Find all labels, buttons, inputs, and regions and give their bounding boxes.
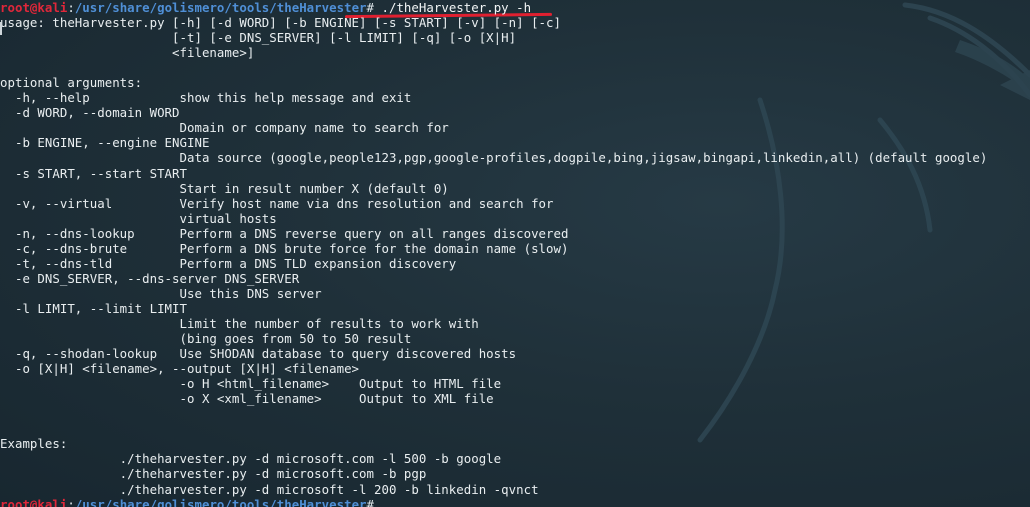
output-line: ./theharvester.py -d microsoft.com -l 50… — [0, 451, 502, 467]
final-prompt-path: /usr/share/golismero/tools/theHarvester — [74, 496, 367, 507]
output-line: [-t] [-e DNS_SERVER] [-l LIMIT] [-q] [-o… — [0, 30, 517, 46]
final-prompt-user-host: root@kali — [0, 496, 68, 507]
output-line: -h, --help show this help message and ex… — [0, 90, 412, 106]
output-line: -s START, --start START — [0, 165, 187, 181]
prompt-command: ./theHarvester.py -h — [374, 0, 532, 15]
output-line: ./theharvester.py -d microsoft -l 200 -b… — [0, 481, 539, 497]
output-line: -d WORD, --domain WORD — [0, 105, 180, 121]
output-line: Limit the number of results to work with — [0, 315, 479, 331]
text-cursor — [0, 22, 2, 35]
output-line: usage: theHarvester.py [-h] [-d WORD] [-… — [0, 15, 561, 31]
output-line: -v, --virtual Verify host name via dns r… — [0, 195, 554, 211]
output-line: Data source (google,people123,pgp,google… — [0, 150, 988, 166]
output-line: Start in result number X (default 0) — [0, 180, 449, 196]
output-line: -o H <html_filename> Output to HTML file — [0, 376, 502, 392]
output-line: -t, --dns-tld Perform a DNS TLD expansio… — [0, 255, 457, 271]
output-line: -q, --shodan-lookup Use SHODAN database … — [0, 346, 517, 362]
output-line: -l LIMIT, --limit LIMIT — [0, 300, 187, 316]
output-line: (bing goes from 50 to 50 result — [0, 331, 412, 347]
output-line: -c, --dns-brute Perform a DNS brute forc… — [0, 240, 569, 256]
output-line: -b ENGINE, --engine ENGINE — [0, 135, 210, 151]
prompt-user-host: root@kali — [0, 0, 68, 15]
prompt-path: /usr/share/golismero/tools/theHarvester — [74, 0, 367, 15]
output-line: Examples: — [0, 436, 68, 452]
help-output: usage: theHarvester.py [-h] [-d WORD] [-… — [0, 15, 987, 497]
output-line: -n, --dns-lookup Perform a DNS reverse q… — [0, 225, 569, 241]
prompt-symbol: # — [366, 0, 375, 15]
command-prompt-line: root@kali:/usr/share/golismero/tools/the… — [0, 0, 532, 15]
final-prompt-line[interactable]: root@kali:/usr/share/golismero/tools/the… — [0, 497, 987, 507]
output-line: ./theharvester.py -d microsoft.com -b pg… — [0, 466, 427, 482]
output-line: Domain or company name to search for — [0, 120, 449, 136]
output-line: <filename>] — [0, 45, 255, 61]
output-line: Use this DNS server — [0, 285, 322, 301]
output-line: virtual hosts — [0, 210, 277, 226]
terminal-output[interactable]: root@kali:/usr/share/golismero/tools/the… — [0, 0, 987, 507]
output-line: optional arguments: — [0, 75, 143, 91]
terminal-window[interactable]: root@kali:/usr/share/golismero/tools/the… — [0, 0, 1030, 507]
output-line: -e DNS_SERVER, --dns-server DNS_SERVER — [0, 270, 300, 286]
final-prompt-symbol: # — [366, 496, 375, 507]
output-line: -o X <xml_filename> Output to XML file — [0, 391, 494, 407]
output-line: -o [X|H] <filename>, --output [X|H] <fil… — [0, 361, 360, 377]
